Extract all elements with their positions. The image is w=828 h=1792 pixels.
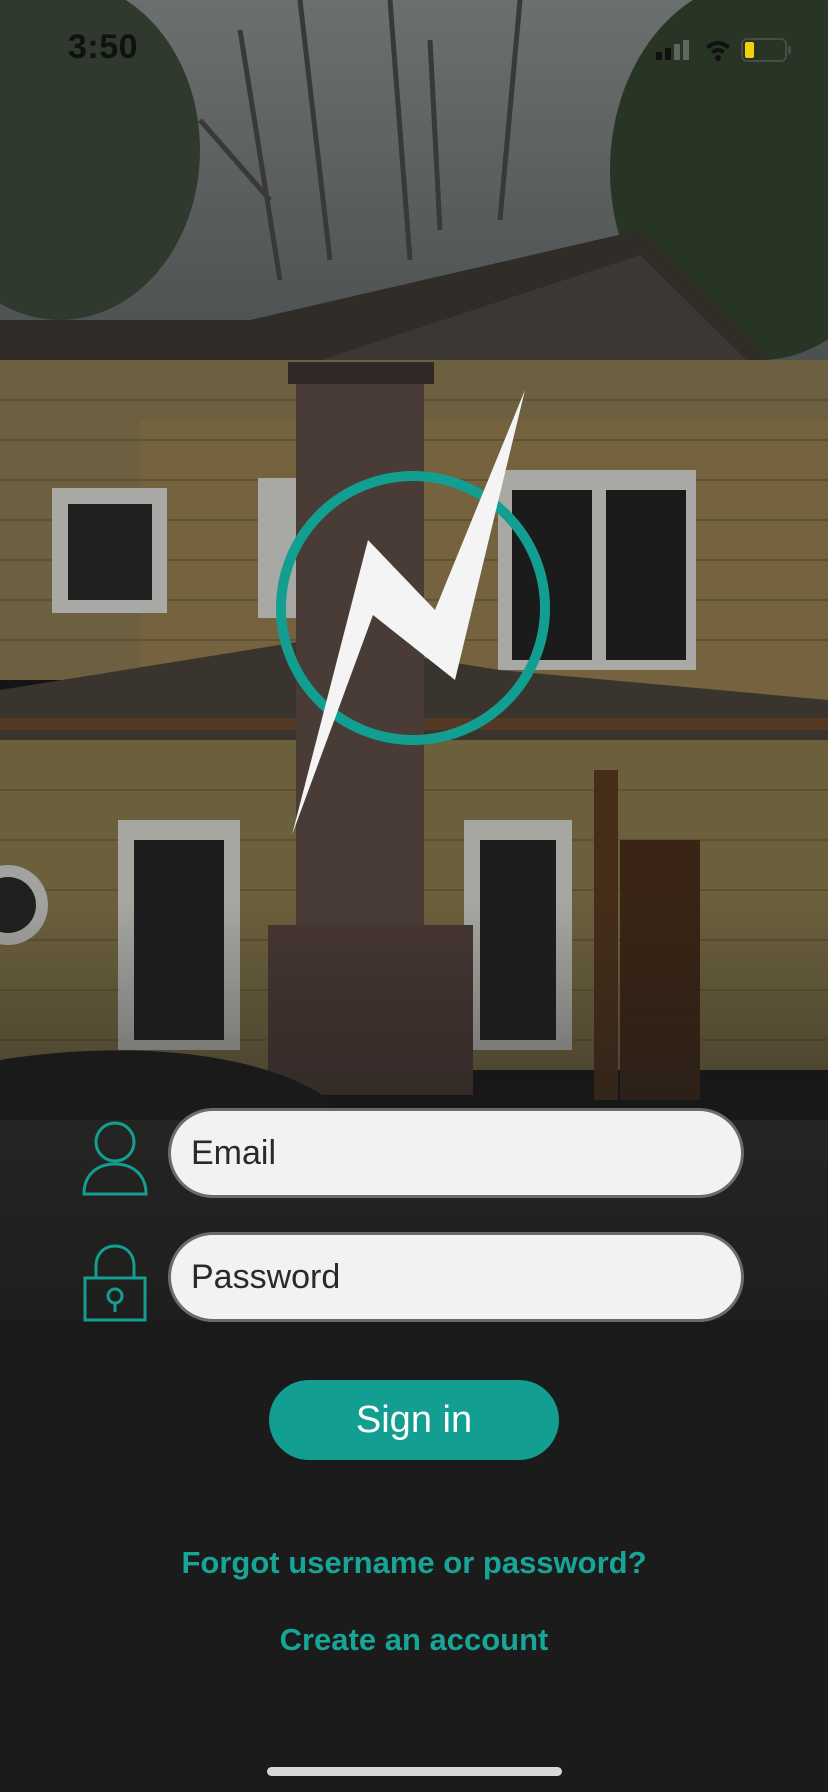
user-icon	[82, 1121, 148, 1196]
password-row	[80, 1232, 750, 1326]
battery-low-icon	[741, 38, 791, 62]
status-time: 3:50	[68, 28, 139, 66]
login-screen: 3:50 Email Sign in Forgot username or pa…	[0, 0, 828, 1792]
email-row	[80, 1108, 750, 1202]
lightning-bolt-logo	[276, 390, 550, 835]
password-field[interactable]	[168, 1232, 744, 1322]
email-field[interactable]	[168, 1108, 744, 1198]
lock-icon	[83, 1244, 147, 1322]
home-indicator[interactable]	[267, 1767, 562, 1776]
status-icons	[654, 36, 794, 71]
create-account-link[interactable]: Create an account	[0, 1622, 828, 1658]
house-background-image	[0, 0, 828, 1792]
wifi-icon	[706, 41, 730, 61]
sign-in-button[interactable]: Sign in	[269, 1380, 559, 1460]
cellular-signal-icon	[656, 40, 689, 60]
status-bar: 3:50	[0, 0, 828, 100]
forgot-credentials-link[interactable]: Forgot username or password?	[0, 1545, 828, 1581]
